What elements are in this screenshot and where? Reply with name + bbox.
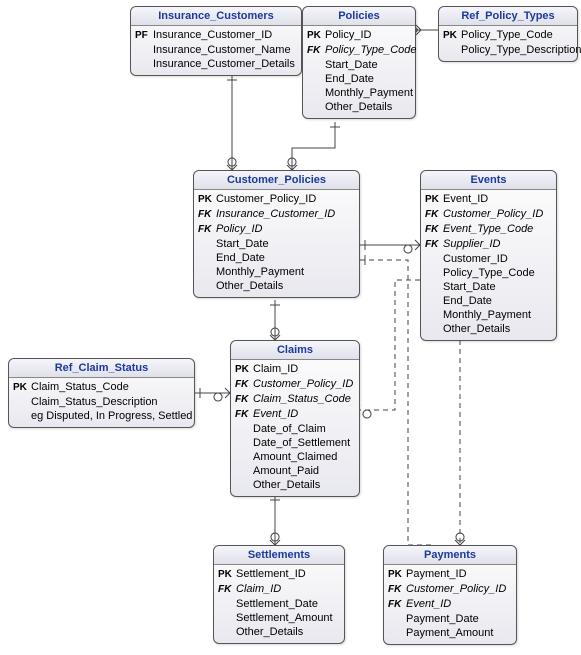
table-row: PKPayment_ID xyxy=(388,567,512,582)
entity-insurance-customers: Insurance_Customers PFInsurance_Customer… xyxy=(130,6,302,76)
table-row: FKClaim_Status_Code xyxy=(235,392,355,407)
entity-body: PKEvent_ID FKCustomer_Policy_ID FKEvent_… xyxy=(421,190,556,340)
table-row: Date_of_Claim xyxy=(235,422,355,436)
table-row: Claim_Status_Description xyxy=(13,395,190,409)
entity-settlements: Settlements PKSettlement_ID FKClaim_ID S… xyxy=(213,545,345,644)
entity-body: PKPolicy_Type_Code Policy_Type_Descripti… xyxy=(439,26,577,61)
table-row: Monthly_Payment xyxy=(425,308,552,322)
entity-customer-policies: Customer_Policies PKCustomer_Policy_ID F… xyxy=(193,170,360,298)
entity-body: PFInsurance_Customer_ID Insurance_Custom… xyxy=(131,26,301,75)
table-row: FKEvent_ID xyxy=(388,597,512,612)
entity-ref-policy-types: Ref_Policy_Types PKPolicy_Type_Code Poli… xyxy=(438,6,578,62)
entity-payments: Payments PKPayment_ID FKCustomer_Policy_… xyxy=(383,545,517,645)
table-row: FKPolicy_ID xyxy=(198,222,355,237)
entity-title: Ref_Claim_Status xyxy=(9,359,194,378)
entity-title: Policies xyxy=(303,7,415,26)
entity-body: PKCustomer_Policy_ID FKInsurance_Custome… xyxy=(194,190,359,297)
entity-title: Settlements xyxy=(214,546,344,565)
table-row: PKClaim_Status_Code xyxy=(13,380,190,395)
table-row: Start_Date xyxy=(198,237,355,251)
entity-body: PKPayment_ID FKCustomer_Policy_ID FKEven… xyxy=(384,565,516,644)
table-row: Settlement_Date xyxy=(218,597,340,611)
table-row: Policy_Type_Code xyxy=(425,266,552,280)
entity-body: PKClaim_Status_Code Claim_Status_Descrip… xyxy=(9,378,194,427)
entity-body: PKClaim_ID FKCustomer_Policy_ID FKClaim_… xyxy=(231,360,359,496)
table-row: End_Date xyxy=(307,72,411,86)
table-row: Customer_ID xyxy=(425,252,552,266)
table-row: PKEvent_ID xyxy=(425,192,552,207)
entity-claims: Claims PKClaim_ID FKCustomer_Policy_ID F… xyxy=(230,340,360,497)
table-row: Payment_Date xyxy=(388,612,512,626)
table-row: FKEvent_ID xyxy=(235,407,355,422)
table-row: PKCustomer_Policy_ID xyxy=(198,192,355,207)
table-row: End_Date xyxy=(198,251,355,265)
entity-title: Claims xyxy=(231,341,359,360)
table-row: PKPolicy_ID xyxy=(307,28,411,43)
table-row: Other_Details xyxy=(425,322,552,336)
table-row: End_Date xyxy=(425,294,552,308)
entity-title: Customer_Policies xyxy=(194,171,359,190)
table-row: Settlement_Amount xyxy=(218,611,340,625)
entity-events: Events PKEvent_ID FKCustomer_Policy_ID F… xyxy=(420,170,557,341)
table-row: Start_Date xyxy=(307,58,411,72)
entity-ref-claim-status: Ref_Claim_Status PKClaim_Status_Code Cla… xyxy=(8,358,195,428)
table-row: FKInsurance_Customer_ID xyxy=(198,207,355,222)
table-row: FKCustomer_Policy_ID xyxy=(425,207,552,222)
table-row: FKCustomer_Policy_ID xyxy=(388,582,512,597)
table-row: Other_Details xyxy=(218,625,340,639)
entity-body: PKSettlement_ID FKClaim_ID Settlement_Da… xyxy=(214,565,344,643)
table-row: Other_Details xyxy=(307,100,411,114)
table-row: FKPolicy_Type_Code xyxy=(307,43,411,58)
table-row: eg Disputed, In Progress, Settled xyxy=(13,409,190,423)
entity-title: Payments xyxy=(384,546,516,565)
table-row: FKSupplier_ID xyxy=(425,237,552,252)
table-row: PKPolicy_Type_Code xyxy=(443,28,573,43)
table-row: FKEvent_Type_Code xyxy=(425,222,552,237)
table-row: Other_Details xyxy=(198,279,355,293)
table-row: PFInsurance_Customer_ID xyxy=(135,28,297,43)
table-row: Insurance_Customer_Details xyxy=(135,57,297,71)
table-row: Date_of_Settlement xyxy=(235,436,355,450)
table-row: FKClaim_ID xyxy=(218,582,340,597)
entity-title: Ref_Policy_Types xyxy=(439,7,577,26)
entity-policies: Policies PKPolicy_ID FKPolicy_Type_Code … xyxy=(302,6,416,119)
table-row: Monthly_Payment xyxy=(307,86,411,100)
entity-body: PKPolicy_ID FKPolicy_Type_Code Start_Dat… xyxy=(303,26,415,118)
table-row: Amount_Paid xyxy=(235,464,355,478)
entity-title: Insurance_Customers xyxy=(131,7,301,26)
table-row: Amount_Claimed xyxy=(235,450,355,464)
table-row: Start_Date xyxy=(425,280,552,294)
table-row: FKCustomer_Policy_ID xyxy=(235,377,355,392)
table-row: Policy_Type_Description xyxy=(443,43,573,57)
entity-title: Events xyxy=(421,171,556,190)
table-row: Other_Details xyxy=(235,478,355,492)
table-row: Payment_Amount xyxy=(388,626,512,640)
table-row: PKSettlement_ID xyxy=(218,567,340,582)
table-row: PKClaim_ID xyxy=(235,362,355,377)
table-row: Monthly_Payment xyxy=(198,265,355,279)
table-row: Insurance_Customer_Name xyxy=(135,43,297,57)
